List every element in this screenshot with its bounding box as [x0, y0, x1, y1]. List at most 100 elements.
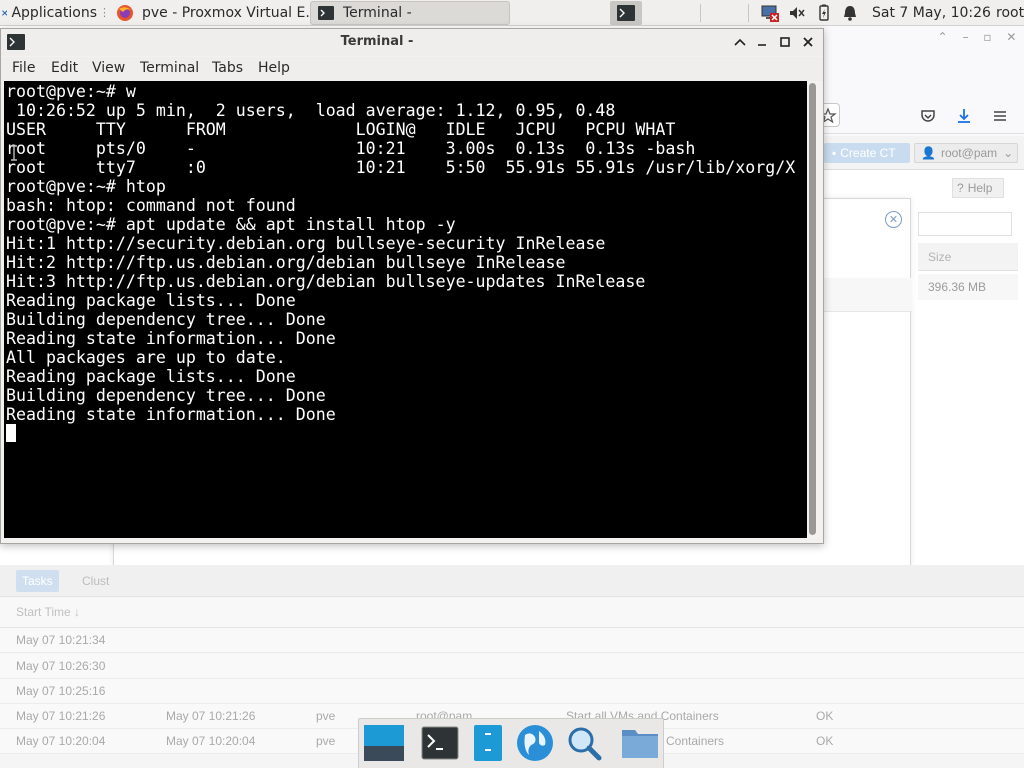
terminal-line: bash: htop: command not found — [6, 196, 296, 215]
applications-menu-button[interactable]: Applications ⋮ — [2, 0, 110, 26]
folder-icon[interactable] — [618, 723, 662, 763]
terminal-line: root tty7 :0 10:21 5:50 55.91s 55.91s /u… — [6, 158, 796, 177]
size-column-header[interactable]: Size — [918, 243, 1018, 271]
terminal-line: Reading package lists... Done — [6, 291, 296, 310]
terminal-line: Building dependency tree... Done — [6, 386, 326, 405]
panel-clock[interactable]: Sat 7 May, 10:26 — [872, 0, 991, 26]
applications-label: Applications — [11, 4, 97, 21]
chevron-down-icon: ⌄ — [1003, 146, 1014, 160]
help-button[interactable]: ? Help — [952, 178, 1004, 198]
terminal-line: Hit:3 http://ftp.us.debian.org/debian bu… — [6, 272, 646, 291]
terminal-line: Reading state information... Done — [6, 329, 336, 348]
close-icon[interactable]: ✕ — [885, 211, 902, 228]
start-time-column-header[interactable]: Start Time ↓ — [16, 605, 80, 619]
top-panel: Applications ⋮ pve - Proxmox Virtual E..… — [0, 0, 1024, 26]
maximize-icon[interactable]: ▫ — [983, 30, 991, 50]
table-row[interactable]: May 07 10:21:34 — [0, 628, 1024, 653]
show-desktop-icon[interactable] — [362, 723, 406, 763]
row-end-time: May 07 10:20:04 — [166, 734, 256, 748]
maximize-icon[interactable] — [776, 33, 794, 51]
close-icon[interactable] — [799, 33, 817, 51]
tab-tasks[interactable]: Tasks — [16, 570, 59, 592]
app-finder-search-icon[interactable] — [562, 723, 606, 763]
dialog-grid-row — [820, 278, 912, 312]
web-browser-icon[interactable] — [513, 723, 557, 763]
row-status: OK — [816, 734, 834, 748]
help-label: Help — [967, 181, 993, 195]
file-manager-icon[interactable] — [466, 723, 510, 763]
terminal-launcher-icon[interactable] — [418, 723, 462, 763]
menu-tabs[interactable]: Tabs — [212, 60, 243, 76]
row-end-time: May 07 10:21:26 — [166, 709, 256, 723]
minimize-icon[interactable] — [753, 33, 771, 51]
terminal-line: Building dependency tree... Done — [6, 310, 326, 329]
terminal-window-title: Terminal - — [340, 34, 414, 49]
create-ct-label: Create CT — [840, 146, 896, 160]
minimize-icon[interactable]: – — [962, 30, 968, 50]
dialog-search-input[interactable] — [918, 212, 1012, 236]
terminal-line: root pts/0 - 10:21 3.00s 0.13s 0.13s -ba… — [6, 139, 696, 158]
tab-cluster-log[interactable]: Clust — [76, 570, 115, 592]
help-icon: ? — [957, 181, 964, 195]
terminal-line: 10:26:52 up 5 min, 2 users, load average… — [6, 101, 616, 120]
downloads-icon[interactable] — [954, 106, 974, 126]
panel-user-name[interactable]: root — [996, 0, 1024, 26]
menu-help[interactable]: Help — [258, 60, 290, 76]
table-row[interactable]: May 07 10:25:16 — [0, 679, 1024, 704]
notification-bell-icon[interactable] — [840, 3, 860, 23]
pocket-icon[interactable] — [918, 106, 938, 126]
panel-separator — [700, 4, 701, 22]
roll-up-icon[interactable] — [731, 33, 749, 51]
terminal-output[interactable]: root@pve:~# w 10:26:52 up 5 min, 2 users… — [4, 81, 807, 538]
create-ct-button[interactable]: ▪ Create CT — [824, 143, 910, 163]
row-start-time: May 07 10:21:26 — [16, 709, 106, 723]
row-start-time: May 07 10:20:04 — [16, 734, 106, 748]
firefox-icon — [117, 5, 133, 21]
row-description: Containers — [666, 734, 725, 748]
mouse-ibeam-cursor-icon — [11, 145, 17, 161]
menu-view[interactable]: View — [92, 60, 125, 76]
size-value: 396.36 MB — [918, 274, 1018, 300]
taskbar-firefox-title: pve - Proxmox Virtual E... — [142, 5, 310, 21]
close-icon[interactable]: ✕ — [1006, 30, 1016, 50]
terminal-line: Reading package lists... Done — [6, 367, 296, 386]
task-log-tabbar — [0, 565, 1024, 597]
volume-muted-icon[interactable] — [787, 3, 807, 23]
minimize-icon[interactable]: ⌃ — [937, 30, 947, 50]
terminal-icon — [318, 6, 334, 20]
taskbar-terminal-title: Terminal - — [343, 5, 412, 21]
terminal-line: Hit:1 http://security.debian.org bullsey… — [6, 234, 606, 253]
row-status: OK — [816, 709, 834, 723]
terminal-line: root@pve:~# htop — [6, 177, 166, 196]
container-icon: ▪ — [832, 146, 837, 160]
panel-separator — [748, 4, 749, 22]
text-cursor — [6, 424, 16, 442]
start-time-header-label: Start Time — [16, 605, 71, 619]
hamburger-menu-icon[interactable] — [990, 106, 1010, 126]
menu-separator-icon: ⋮ — [99, 6, 110, 19]
row-node: pve — [316, 709, 336, 723]
task-log-header — [0, 598, 1024, 628]
terminal-line: Hit:2 http://ftp.us.debian.org/debian bu… — [6, 253, 566, 272]
terminal-prompt-line — [6, 424, 807, 443]
menu-terminal[interactable]: Terminal — [140, 60, 199, 76]
terminal-line: root@pve:~# apt update && apt install ht… — [6, 215, 456, 234]
taskbar-terminal-button[interactable]: Terminal - — [310, 1, 510, 25]
menu-file[interactable]: File — [12, 60, 35, 76]
terminal-line: USER TTY FROM LOGIN@ IDLE JCPU PCPU WHAT — [6, 120, 676, 139]
row-start-time: May 07 10:21:34 — [16, 633, 106, 647]
row-start-time: May 07 10:25:16 — [16, 684, 106, 698]
menu-edit[interactable]: Edit — [51, 60, 78, 76]
user-menu-button[interactable]: 👤 root@pam ⌄ — [914, 143, 1018, 163]
network-disconnected-icon[interactable] — [760, 3, 780, 23]
user-menu-label: root@pam — [940, 146, 998, 160]
terminal-line: root@pve:~# w — [6, 82, 136, 101]
row-start-time: May 07 10:26:30 — [16, 659, 106, 673]
xfce-logo-icon — [2, 9, 8, 16]
battery-icon[interactable] — [814, 3, 834, 23]
terminal-scrollbar-thumb[interactable] — [809, 83, 816, 535]
table-row[interactable]: May 07 10:26:30 — [0, 654, 1024, 679]
terminal-line: All packages are up to date. — [6, 348, 286, 367]
taskbar-firefox-button[interactable]: pve - Proxmox Virtual E... — [110, 1, 310, 25]
tray-terminal-launcher[interactable] — [610, 1, 642, 25]
